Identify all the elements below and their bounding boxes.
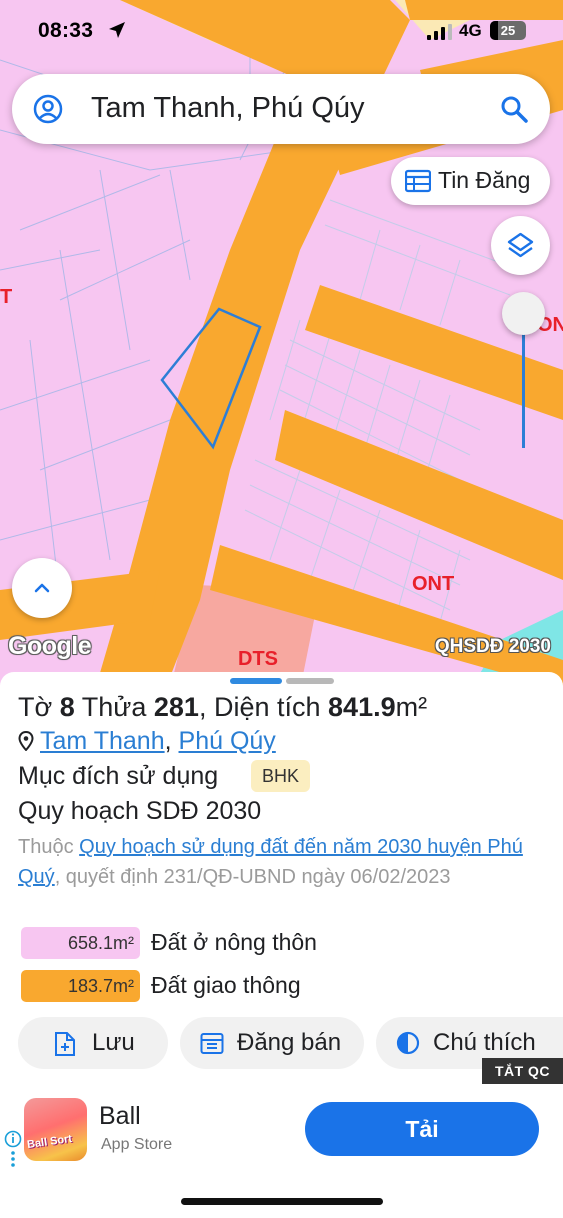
chevron-up-icon: [34, 583, 50, 593]
ad-download-button[interactable]: Tải: [305, 1102, 539, 1156]
zone-label-dts: DTS: [238, 648, 278, 670]
opacity-slider-track[interactable]: [522, 330, 525, 448]
account-icon[interactable]: [33, 94, 63, 124]
add-file-icon: [55, 1032, 75, 1056]
location-pin-icon: [18, 730, 34, 752]
ad-app-name[interactable]: Ball: [99, 1102, 141, 1131]
area-type-label: Đất giao thông: [151, 972, 301, 998]
bottom-safe-area: [0, 1174, 563, 1218]
area-value: 841.9: [328, 692, 396, 722]
plot-number: 281: [153, 692, 199, 722]
calendar-icon: [200, 1033, 224, 1054]
ad-info-icon[interactable]: [4, 1130, 22, 1170]
plan-description: Thuộc Quy hoạch sử dụng đất đến năm 2030…: [18, 832, 548, 892]
commune-link[interactable]: Tam Thanh: [40, 727, 165, 755]
location-arrow-icon: [109, 22, 125, 38]
plan-title: Quy hoạch SDĐ 2030: [18, 797, 262, 825]
status-bar: 08:33 4G 25: [0, 0, 563, 62]
parcel-location: Tam Thanh, Phú Qúy: [18, 727, 276, 756]
area-row-residential: 658.1m² Đất ở nông thôn: [21, 927, 421, 959]
land-purpose-label: Mục đích sử dụng: [18, 762, 219, 790]
search-input[interactable]: Tam Thanh, Phú Qúy: [91, 92, 365, 125]
post-sale-button[interactable]: Đăng bán: [180, 1017, 364, 1069]
signal-icon: [427, 24, 452, 40]
area-label: , Diện tích: [198, 692, 321, 722]
listings-button[interactable]: Tin Đăng: [391, 157, 550, 205]
plan-prefix: Thuộc: [18, 836, 74, 858]
battery-icon: 25: [490, 21, 526, 40]
ad-app-icon[interactable]: Ball Sort: [24, 1098, 87, 1161]
sheet-handle-active[interactable]: [230, 678, 282, 684]
layers-button[interactable]: [491, 216, 550, 275]
sheet-label: Tờ: [18, 692, 53, 722]
area-row-traffic: 183.7m² Đất giao thông: [21, 970, 421, 1002]
parcel-title: Tờ 8 Thửa 281, Diện tích 841.9m²: [18, 692, 427, 723]
layers-icon: [507, 232, 534, 258]
listings-label: Tin Đăng: [438, 167, 531, 193]
district-link[interactable]: Phú Qúy: [179, 727, 276, 755]
contrast-icon: [396, 1031, 420, 1055]
post-sale-label: Đăng bán: [237, 1029, 342, 1056]
plan-decision: , quyết định 231/QĐ-UBND ngày 06/02/2023: [54, 866, 451, 888]
battery-level: 25: [500, 23, 516, 38]
location-separator: ,: [164, 727, 172, 755]
sheet-handle[interactable]: [286, 678, 334, 684]
google-logo: Google: [8, 632, 92, 660]
network-type: 4G: [459, 21, 482, 40]
area-type-label: Đất ở nông thôn: [151, 929, 317, 955]
ad-store-label: App Store: [101, 1136, 173, 1153]
zone-label-left: T: [0, 286, 13, 308]
table-icon: [405, 169, 431, 193]
zone-label-ont: ONT: [412, 573, 455, 595]
legend-label: Chú thích: [433, 1029, 536, 1056]
sheet-number: 8: [59, 692, 75, 722]
plot-label: Thửa: [81, 692, 147, 722]
ad-banner[interactable]: Ball Sort Ball App Store Tải: [0, 1084, 563, 1174]
search-bar[interactable]: Tam Thanh, Phú Qúy: [12, 74, 550, 144]
area-chip: 658.1m²: [21, 927, 140, 959]
close-ad-button[interactable]: TẮT QC: [482, 1058, 563, 1084]
ad-icon-text: Ball Sort: [26, 1132, 73, 1152]
home-indicator[interactable]: [181, 1198, 383, 1205]
opacity-slider-handle[interactable]: [502, 292, 545, 335]
save-label: Lưu: [92, 1029, 135, 1056]
area-unit: m²: [395, 692, 428, 722]
expand-panel-button[interactable]: [12, 558, 72, 618]
save-button[interactable]: Lưu: [18, 1017, 168, 1069]
area-chip: 183.7m²: [21, 970, 140, 1002]
land-purpose-badge: BHK: [251, 760, 310, 792]
status-time: 08:33: [38, 19, 94, 42]
search-icon[interactable]: [499, 94, 529, 124]
map-layer-label: QHSDĐ 2030: [434, 636, 551, 657]
